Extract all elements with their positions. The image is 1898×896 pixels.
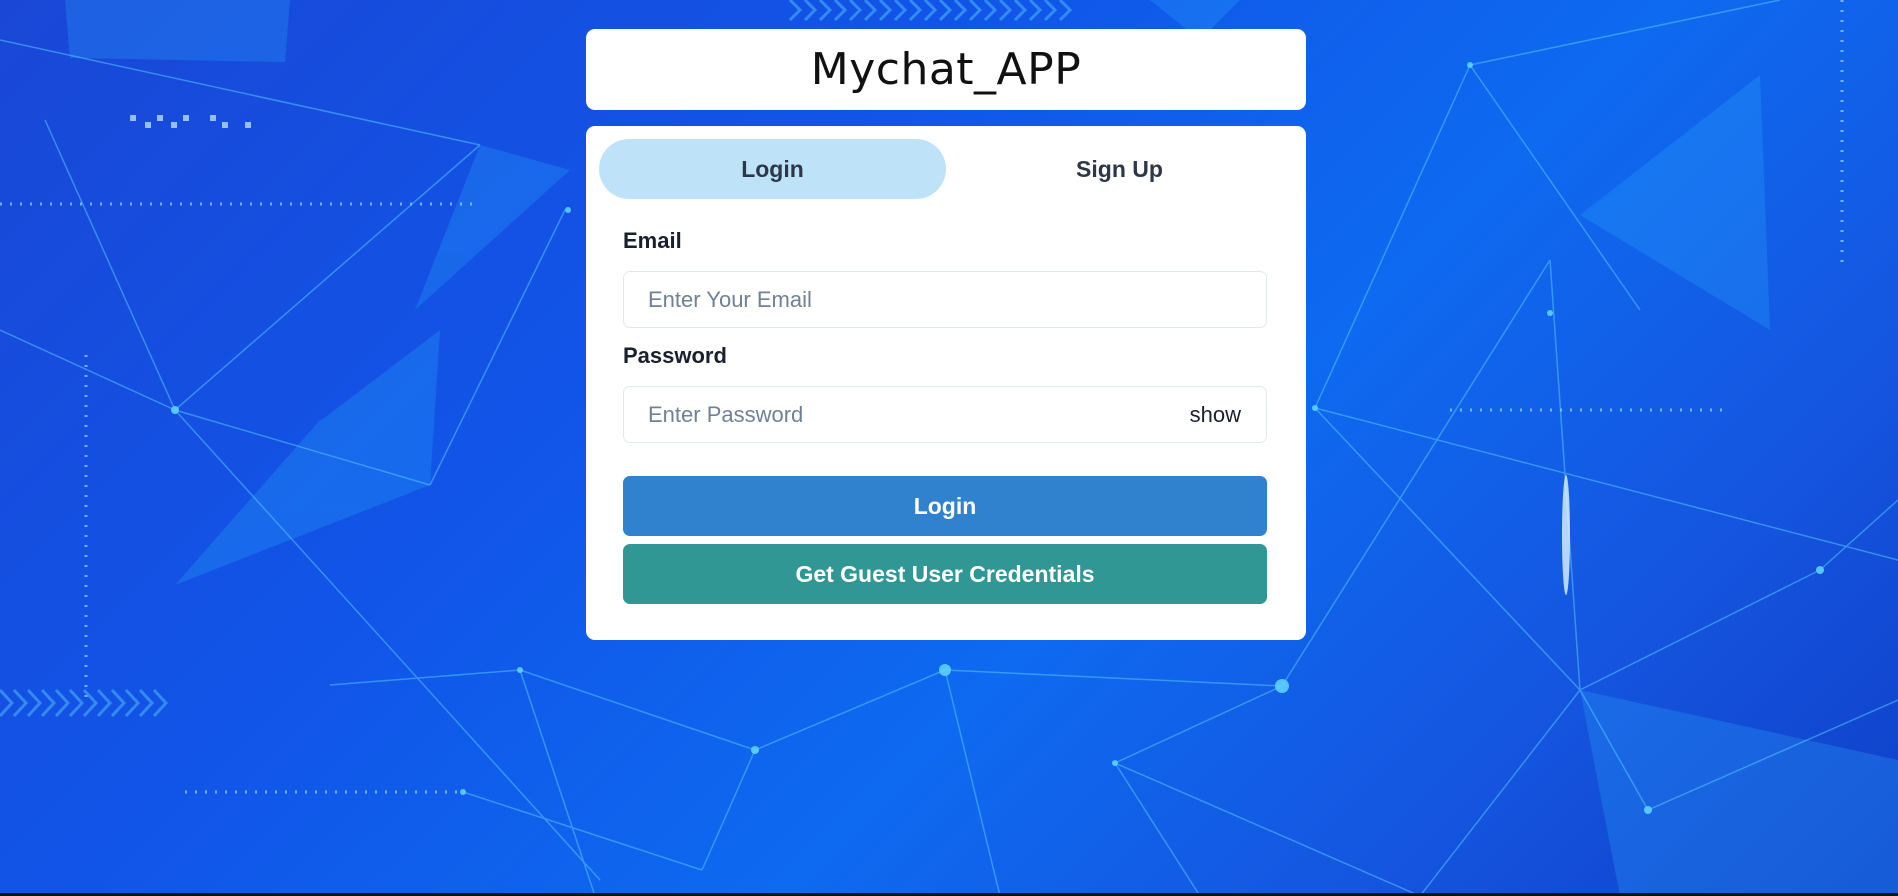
show-password-button[interactable]: show bbox=[1190, 387, 1241, 442]
password-label: Password bbox=[623, 343, 727, 368]
auth-tabs: Login Sign Up bbox=[599, 139, 1293, 199]
auth-card: Login Sign Up Email Password show Login … bbox=[586, 126, 1306, 640]
email-field-wrapper bbox=[623, 271, 1267, 328]
guest-credentials-button[interactable]: Get Guest User Credentials bbox=[623, 544, 1267, 604]
email-input[interactable] bbox=[624, 272, 1266, 327]
app-header: Mychat_APP bbox=[586, 29, 1306, 110]
app-title: Mychat_APP bbox=[810, 44, 1082, 95]
password-field-wrapper: show bbox=[623, 386, 1267, 443]
password-input[interactable] bbox=[624, 387, 1266, 442]
tab-sign-up[interactable]: Sign Up bbox=[946, 139, 1293, 199]
email-label: Email bbox=[623, 228, 682, 253]
tab-login[interactable]: Login bbox=[599, 139, 946, 199]
login-button[interactable]: Login bbox=[623, 476, 1267, 536]
